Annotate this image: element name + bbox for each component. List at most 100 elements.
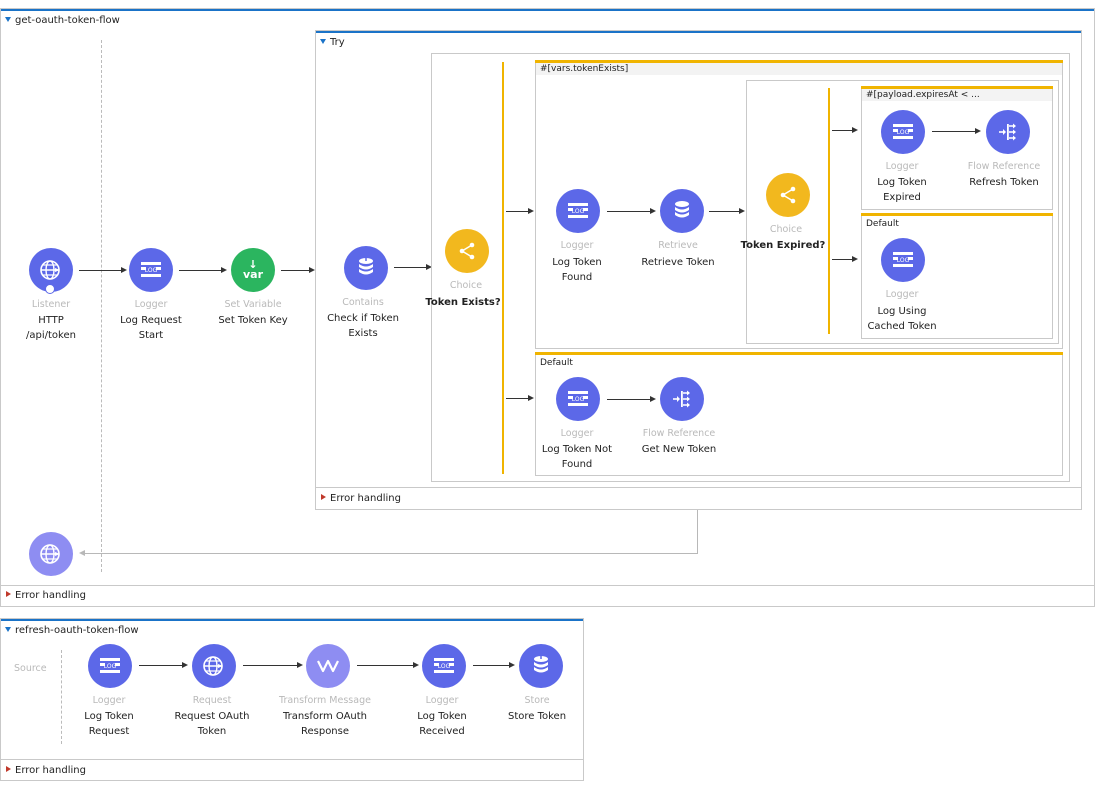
flow-title[interactable]: get-oauth-token-flow	[15, 15, 120, 26]
step-type: Logger	[92, 695, 126, 706]
logger-icon: LOG	[568, 391, 588, 406]
logger-found-node[interactable]: LOG	[556, 189, 600, 233]
collapse-icon[interactable]	[320, 39, 326, 44]
source-label: Source	[14, 663, 47, 674]
flow-ref-refresh-node[interactable]	[986, 110, 1030, 154]
expand-icon[interactable]	[6, 766, 11, 772]
arrowhead	[413, 662, 419, 668]
step-label: Log Token Request	[84, 711, 134, 737]
error-handling-label: Error handling	[330, 493, 401, 504]
flow-error-handling[interactable]: Error handling	[1, 760, 583, 781]
svg-text:LOG: LOG	[897, 129, 910, 136]
choice1-router-bar	[502, 62, 504, 474]
flow-ref-refresh-label: Refresh Token	[969, 177, 1039, 188]
route-bar	[535, 352, 1063, 355]
choice-icon	[780, 186, 796, 204]
choice2-type: Choice	[769, 224, 803, 235]
var-icon: ↓ var	[242, 258, 264, 281]
step-transform-node[interactable]	[306, 644, 350, 688]
transform-icon	[317, 659, 339, 673]
connector-arrow	[607, 211, 651, 212]
arrowhead	[182, 662, 188, 668]
logger-not-found-node[interactable]: LOG	[556, 377, 600, 421]
response-arrowhead	[79, 550, 85, 556]
retrieve-node[interactable]	[660, 189, 704, 233]
logger-icon: LOG	[100, 658, 120, 673]
collapse-icon[interactable]	[5, 17, 11, 22]
collapse-icon[interactable]	[5, 627, 11, 632]
route-default-title[interactable]: Default	[862, 218, 1052, 230]
logger-start-node[interactable]: LOG	[129, 248, 173, 292]
step-store-node[interactable]	[519, 644, 563, 688]
contains-label: Check if Token Exists	[327, 313, 399, 339]
response-line-vertical	[697, 510, 698, 553]
svg-text:LOG: LOG	[145, 267, 158, 274]
listener-response-node[interactable]	[29, 532, 73, 576]
connector-arrow	[506, 211, 528, 212]
response-line-horizontal	[85, 553, 698, 554]
logger-expired-node[interactable]: LOG	[881, 110, 925, 154]
flow-title[interactable]: refresh-oauth-token-flow	[15, 625, 139, 636]
arrowhead	[297, 662, 303, 668]
flow-reference-icon	[999, 123, 1016, 141]
connector-arrow	[139, 665, 183, 666]
globe-icon	[40, 260, 60, 280]
arrowhead	[528, 208, 534, 214]
svg-text:LOG: LOG	[572, 396, 585, 403]
step-request-node[interactable]	[192, 644, 236, 688]
arrowhead	[852, 127, 858, 133]
step-label: Store Token	[507, 711, 567, 722]
logger-cached-label: Log Using Cached Token	[867, 306, 937, 332]
connector-arrow	[357, 665, 413, 666]
flow-header[interactable]: refresh-oauth-token-flow	[1, 619, 583, 643]
route-expression[interactable]: #[payload.expiresAt < ...	[862, 89, 1052, 101]
logger-icon: LOG	[893, 252, 913, 267]
connector-arrow	[832, 259, 854, 260]
try-error-handling[interactable]: Error handling	[316, 488, 1081, 510]
step-logger-request-node[interactable]: LOG	[88, 644, 132, 688]
connector-arrow	[179, 270, 223, 271]
choice2-node[interactable]	[766, 173, 810, 217]
arrowhead	[509, 662, 515, 668]
svg-text:LOG: LOG	[897, 257, 910, 264]
flow-ref-refresh-type: Flow Reference	[967, 161, 1041, 172]
flow-ref-new-label: Get New Token	[641, 444, 717, 455]
svg-text:LOG: LOG	[438, 663, 451, 670]
connector-arrow	[281, 270, 309, 271]
flow-ref-new-node[interactable]	[660, 377, 704, 421]
listener-status-dot	[45, 284, 55, 294]
connector-arrow	[932, 131, 976, 132]
globe-icon	[203, 656, 223, 676]
set-variable-node[interactable]: ↓ var	[231, 248, 275, 292]
arrowhead	[739, 208, 745, 214]
choice2-router-bar	[828, 88, 830, 334]
choice-icon	[459, 242, 475, 260]
set-variable-label: Set Token Key	[218, 315, 288, 326]
route-bar	[861, 213, 1053, 216]
try-header[interactable]: Try	[316, 31, 1081, 55]
route-default-title[interactable]: Default	[536, 357, 1062, 369]
logger-cached-node[interactable]: LOG	[881, 238, 925, 282]
connector-arrow	[79, 270, 123, 271]
set-variable-type: Set Variable	[224, 299, 282, 310]
contains-node[interactable]	[344, 246, 388, 290]
choice1-node[interactable]	[445, 229, 489, 273]
retrieve-label: Retrieve Token	[641, 257, 715, 268]
database-icon	[534, 655, 548, 673]
connector-arrow	[607, 399, 651, 400]
globe-icon	[40, 544, 60, 564]
connector-arrow	[709, 211, 739, 212]
arrowhead	[650, 208, 656, 214]
expand-icon[interactable]	[321, 494, 326, 500]
svg-text:LOG: LOG	[104, 663, 117, 670]
route-expression[interactable]: #[vars.tokenExists]	[536, 63, 1062, 75]
logger-icon: LOG	[434, 658, 454, 673]
step-label: Request OAuth Token	[174, 711, 250, 737]
step-logger-received-node[interactable]: LOG	[422, 644, 466, 688]
expand-icon[interactable]	[6, 591, 11, 597]
retrieve-type: Retrieve	[658, 240, 698, 251]
choice2-label: Token Expired?	[740, 240, 826, 251]
arrowhead	[528, 395, 534, 401]
flow-error-handling[interactable]: Error handling	[1, 586, 1094, 607]
flow-ref-new-type: Flow Reference	[642, 428, 716, 439]
